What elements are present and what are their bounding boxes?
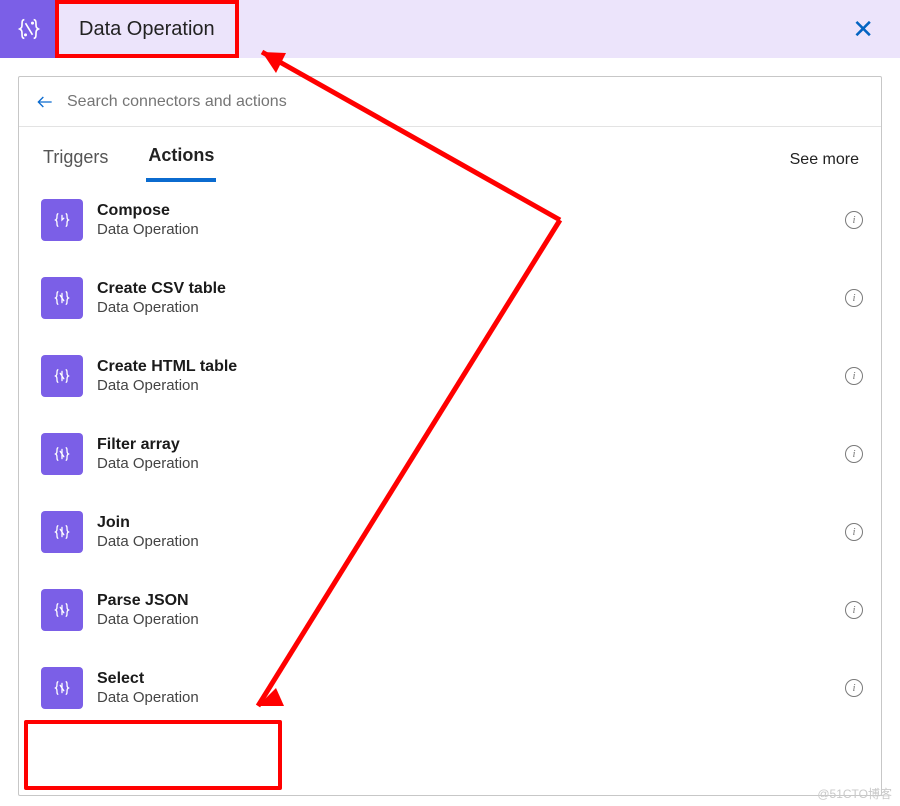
action-item-select[interactable]: Select Data Operation i: [41, 661, 863, 715]
action-title: Parse JSON: [97, 591, 199, 611]
action-subtitle: Data Operation: [97, 455, 199, 474]
action-picker-panel: Triggers Actions See more Compose Data O…: [18, 76, 882, 796]
action-title: Create HTML table: [97, 357, 237, 377]
info-icon[interactable]: i: [845, 367, 863, 385]
see-more-link[interactable]: See more: [790, 151, 859, 169]
tab-actions[interactable]: Actions: [146, 139, 216, 182]
data-operation-icon: [41, 511, 83, 553]
connector-icon-box: [0, 0, 58, 58]
braces-icon: [51, 365, 73, 387]
action-subtitle: Data Operation: [97, 689, 199, 708]
close-icon[interactable]: ✕: [846, 8, 880, 51]
header-bar: Data Operation ✕: [0, 0, 900, 58]
action-item-text: Create CSV table Data Operation: [97, 279, 226, 318]
action-subtitle: Data Operation: [97, 299, 226, 318]
search-row: [19, 77, 881, 127]
header-title: Data Operation: [55, 0, 239, 58]
info-icon[interactable]: i: [845, 289, 863, 307]
action-item-create-html-table[interactable]: Create HTML table Data Operation i: [41, 349, 863, 403]
action-subtitle: Data Operation: [97, 377, 237, 396]
action-item-filter-array[interactable]: Filter array Data Operation i: [41, 427, 863, 481]
action-item-compose[interactable]: Compose Data Operation i: [41, 193, 863, 247]
data-operation-icon: [41, 199, 83, 241]
action-item-text: Select Data Operation: [97, 669, 199, 708]
braces-icon: [51, 521, 73, 543]
action-subtitle: Data Operation: [97, 533, 199, 552]
action-title: Join: [97, 513, 199, 533]
data-operation-icon: [41, 355, 83, 397]
data-operation-icon: [41, 433, 83, 475]
action-title: Filter array: [97, 435, 199, 455]
action-item-text: Parse JSON Data Operation: [97, 591, 199, 630]
search-input[interactable]: [67, 82, 869, 122]
info-icon[interactable]: i: [845, 523, 863, 541]
action-title: Compose: [97, 201, 199, 221]
action-subtitle: Data Operation: [97, 221, 199, 240]
action-item-text: Join Data Operation: [97, 513, 199, 552]
back-arrow-icon[interactable]: [31, 88, 59, 116]
action-item-text: Filter array Data Operation: [97, 435, 199, 474]
braces-icon: [51, 599, 73, 621]
action-item-create-csv-table[interactable]: Create CSV table Data Operation i: [41, 271, 863, 325]
info-icon[interactable]: i: [845, 211, 863, 229]
action-title: Create CSV table: [97, 279, 226, 299]
tabs-row: Triggers Actions See more: [19, 127, 881, 183]
info-icon[interactable]: i: [845, 445, 863, 463]
braces-icon: [51, 443, 73, 465]
action-subtitle: Data Operation: [97, 611, 199, 630]
action-item-text: Create HTML table Data Operation: [97, 357, 237, 396]
data-operation-icon: [41, 667, 83, 709]
braces-icon: [51, 287, 73, 309]
info-icon[interactable]: i: [845, 679, 863, 697]
actions-list: Compose Data Operation i Create CSV tabl…: [19, 183, 881, 715]
data-operation-icon: [41, 589, 83, 631]
braces-icon: [51, 209, 73, 231]
action-item-text: Compose Data Operation: [97, 201, 199, 240]
braces-icon: [51, 677, 73, 699]
data-operation-icon: [41, 277, 83, 319]
braces-icon: [15, 15, 43, 43]
watermark: @51CTO博客: [817, 785, 892, 802]
action-item-join[interactable]: Join Data Operation i: [41, 505, 863, 559]
info-icon[interactable]: i: [845, 601, 863, 619]
action-title: Select: [97, 669, 199, 689]
tab-triggers[interactable]: Triggers: [41, 141, 110, 180]
action-item-parse-json[interactable]: Parse JSON Data Operation i: [41, 583, 863, 637]
